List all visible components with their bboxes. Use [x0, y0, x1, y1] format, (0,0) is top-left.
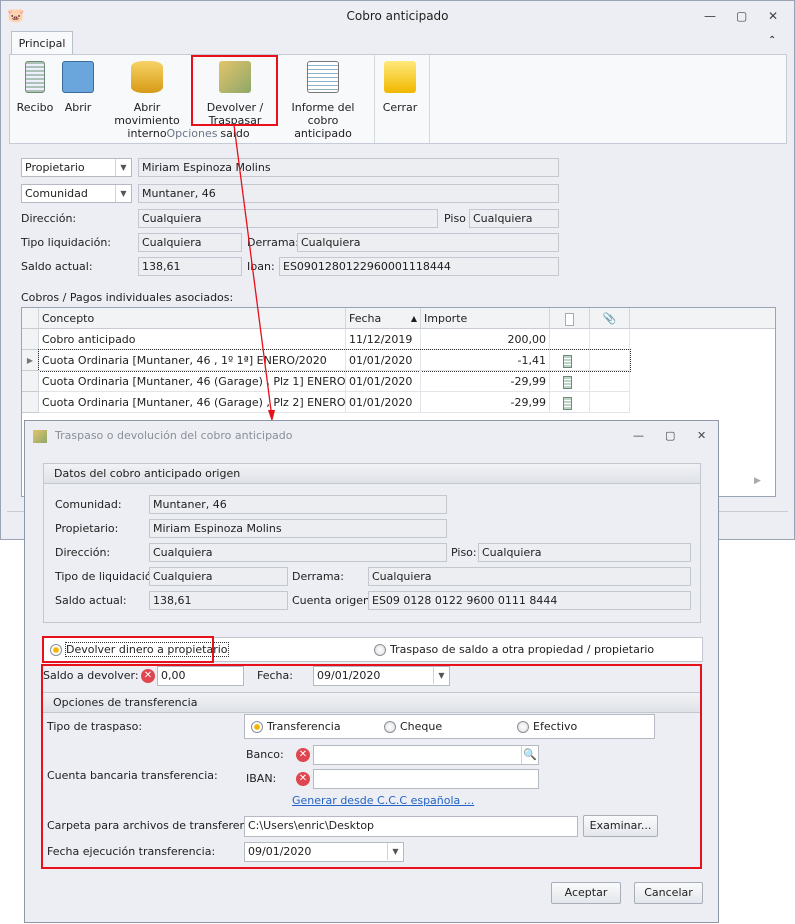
tipo-field: Cualquiera	[149, 567, 288, 586]
propietario-label: Propietario:	[55, 522, 119, 535]
direccion-field: Cualquiera	[149, 543, 447, 562]
saldo-field: 138,61	[149, 591, 288, 610]
dialog-title: Traspaso o devolución del cobro anticipa…	[55, 429, 293, 442]
highlight-box	[42, 636, 214, 663]
comunidad-field: Muntaner, 46	[149, 495, 447, 514]
dialog-title-bar: Traspaso o devolución del cobro anticipa…	[25, 421, 718, 451]
cuenta-label: Cuenta origen:	[292, 594, 374, 607]
aceptar-button[interactable]: Aceptar	[551, 882, 621, 904]
derrama-label: Derrama:	[292, 570, 344, 583]
origen-group: Datos del cobro anticipado origen Comuni…	[43, 463, 701, 623]
derrama-field: Cualquiera	[368, 567, 691, 586]
radio-icon	[374, 644, 386, 656]
highlight-box	[41, 664, 702, 869]
direccion-label: Dirección:	[55, 546, 111, 559]
close-button[interactable]: ✕	[697, 421, 706, 451]
cuenta-field: ES09 0128 0122 9600 0111 8444	[368, 591, 691, 610]
propietario-field: Miriam Espinoza Molins	[149, 519, 447, 538]
group-header: Datos del cobro anticipado origen	[44, 464, 700, 484]
saldo-label: Saldo actual:	[55, 594, 127, 607]
piso-field: Cualquiera	[478, 543, 691, 562]
radio-traspaso[interactable]: Traspaso de saldo a otra propiedad / pro…	[374, 643, 654, 656]
tipo-label: Tipo de liquidación:	[55, 570, 163, 583]
minimize-button[interactable]: —	[633, 421, 644, 451]
piso-label: Piso:	[451, 546, 477, 559]
coins-transfer-icon	[33, 430, 47, 443]
comunidad-label: Comunidad:	[55, 498, 122, 511]
maximize-button[interactable]: ▢	[665, 421, 675, 451]
traspaso-dialog: Traspaso o devolución del cobro anticipa…	[24, 420, 719, 923]
cancelar-button[interactable]: Cancelar	[634, 882, 703, 904]
